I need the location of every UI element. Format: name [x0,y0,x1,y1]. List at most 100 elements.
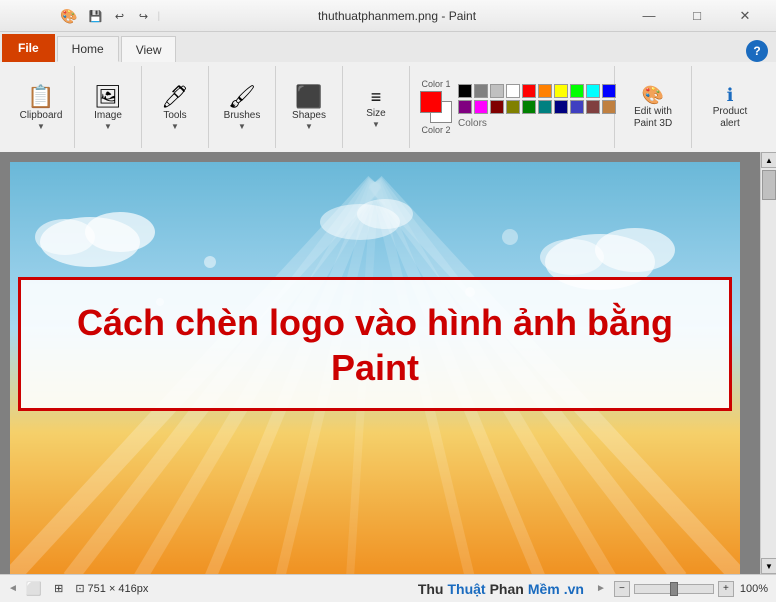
shapes-btn[interactable]: ⬛ Shapes ▼ [284,77,334,137]
canvas-dimensions: ⊡ 751 × 416px [75,582,148,595]
colors-group: Color 1 Color 2 Colors [410,66,615,148]
color-swatch[interactable] [506,100,520,114]
brand-dot-vn: .vn [564,581,584,597]
color-swatch[interactable] [602,84,616,98]
scroll-left-btn[interactable]: ◄ [8,583,18,594]
image-btn[interactable]: 🖼 Image ▼ [83,77,133,137]
color1-box[interactable] [420,91,442,113]
tools-btn[interactable]: 🖊 Tools ▼ [150,77,200,137]
paint-logo: 🎨 [60,8,77,25]
color-swatch[interactable] [602,100,616,114]
color-swatch[interactable] [522,84,536,98]
toolbar: 📋 Clipboard ▼ 🖼 Image ▼ 🖊 Tools ▼ [0,62,776,152]
clipboard-btn[interactable]: 📋 Clipboard ▼ [16,77,66,137]
shapes-icon: ⬛ [295,86,322,108]
undo-btn[interactable]: ↩ [109,6,129,26]
color-swatch[interactable] [538,84,552,98]
maximize-btn[interactable]: □ [674,0,720,32]
product-alert-btn[interactable]: ℹ Productalert [700,77,760,137]
size-btn[interactable]: ≡ Size ▼ [351,77,401,137]
product-alert-icon: ℹ [727,86,734,104]
scroll-right-btn[interactable]: ► [596,583,606,594]
color-swatch[interactable] [490,100,504,114]
brushes-label: Brushes [224,110,261,122]
window-title: thuthuatphanmem.png - Paint [168,9,626,23]
brushes-btn[interactable]: 🖌 Brushes ▼ [217,77,267,137]
color-swatch[interactable] [458,84,472,98]
main-text-line1: Cách chèn logo vào hình ảnh bằng [31,300,719,345]
color-swatch[interactable] [522,100,536,114]
size-icon: ≡ [371,88,382,106]
clipboard-icon: 📋 [27,86,54,108]
status-bar: ◄ ⬜ ⊞ ⊡ 751 × 416px Thu Thuật Phan Mềm .… [0,574,776,602]
close-btn[interactable]: ✕ [722,0,768,32]
scroll-up-btn[interactable]: ▲ [761,152,776,168]
shapes-group: ⬛ Shapes ▼ [276,66,343,148]
image-group: 🖼 Image ▼ [75,66,142,148]
product-alert-label: Productalert [713,106,747,130]
resize-icon: ⊞ [54,582,63,595]
brushes-group: 🖌 Brushes ▼ [209,66,276,148]
color-swatch[interactable] [570,100,584,114]
zoom-level: 100% [740,583,768,595]
status-right: Thu Thuật Phan Mềm .vn ► − + 100% [418,581,768,597]
color-swatch[interactable] [570,84,584,98]
help-btn[interactable]: ? [746,40,768,62]
color-swatch[interactable] [554,84,568,98]
color-swatch[interactable] [458,100,472,114]
minimize-btn[interactable]: — [626,0,672,32]
clipboard-group: 📋 Clipboard ▼ [8,66,75,148]
edit-paint3d-group: 🎨 Edit with Paint 3D [615,66,692,148]
zoom-in-btn[interactable]: + [718,581,734,597]
zoom-out-btn[interactable]: − [614,581,630,597]
color-swatch[interactable] [586,100,600,114]
color-palette: Colors [458,84,616,131]
vertical-scrollbar[interactable]: ▲ ▼ [760,152,776,574]
clipboard-label: Clipboard [20,110,63,122]
canvas-scroll-area[interactable]: Cách chèn logo vào hình ảnh bằng Paint [0,152,760,574]
paint-canvas[interactable]: Cách chèn logo vào hình ảnh bằng Paint [10,162,740,574]
main-text-line2: Paint [31,345,719,390]
window-controls: — □ ✕ [626,0,768,32]
color-swatch[interactable] [474,84,488,98]
color-swatch[interactable] [538,100,552,114]
scroll-thumb-v[interactable] [762,170,776,200]
size-group: ≡ Size ▼ [343,66,410,148]
ribbon-tabs: File Home View ? [0,32,776,62]
title-bar: 🎨 💾 ↩ ↪ | thuthuatphanmem.png - Paint — … [0,0,776,32]
tab-home[interactable]: Home [57,36,119,62]
shapes-label: Shapes [292,110,326,122]
image-icon: 🖼 [94,86,122,108]
color-swatch[interactable] [554,100,568,114]
redo-btn[interactable]: ↪ [133,6,153,26]
scroll-down-btn[interactable]: ▼ [761,558,776,574]
edit-paint3d-btn[interactable]: 🎨 Edit with Paint 3D [623,77,683,137]
save-quick-btn[interactable]: 💾 [85,6,105,26]
scroll-track-v[interactable] [761,168,776,558]
status-left: ◄ ⬜ ⊞ ⊡ 751 × 416px [8,581,148,597]
tab-view[interactable]: View [121,36,177,62]
brand-phan: Phan [490,581,524,597]
color-swatch[interactable] [490,84,504,98]
brand-thu: Thu [418,581,444,597]
edit-paint3d-label: Edit with Paint 3D [634,106,672,130]
colors-label: Colors [458,118,616,131]
text-overlay-box: Cách chèn logo vào hình ảnh bằng Paint [18,277,732,411]
color-boxes: Color 1 Color 2 [420,79,452,135]
tab-file[interactable]: File [2,34,55,62]
selection-icon: ⬜ [26,581,42,597]
main-content: Cách chèn logo vào hình ảnh bằng Paint ▲… [0,152,776,574]
color-swatch[interactable] [474,100,488,114]
quick-access-toolbar: 🎨 💾 ↩ ↪ | [60,6,160,26]
tools-icon: 🖊 [161,86,189,108]
color-swatch[interactable] [586,84,600,98]
tools-label: Tools [163,110,186,122]
tools-group: 🖊 Tools ▼ [142,66,209,148]
zoom-slider[interactable] [634,584,714,594]
brand-thuat: Thuật [447,581,485,597]
resize-icon2: ⊡ [75,582,84,595]
size-label: Size [366,108,385,120]
color-swatch[interactable] [506,84,520,98]
image-label: Image [94,110,122,122]
dimensions-text: 751 × 416px [88,583,149,595]
